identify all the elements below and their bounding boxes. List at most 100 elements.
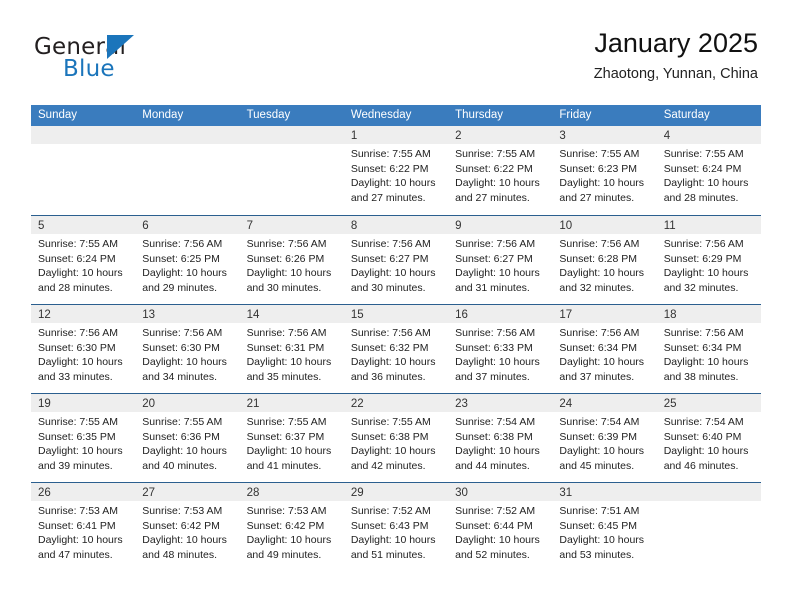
day-cell-19[interactable]: 19 Sunrise: 7:55 AM Sunset: 6:35 PM Dayligh…: [31, 394, 136, 482]
day-cell-7[interactable]: 7 Sunrise: 7:56 AM Sunset: 6:26 PM Daylight…: [239, 216, 344, 304]
day-number-band: [135, 126, 240, 144]
day-cell-12[interactable]: 12 Sunrise: 7:56 AM Sunset: 6:30 PM Dayligh…: [31, 305, 136, 393]
day-detail-block: Sunrise: 7:52 AM Sunset: 6:43 PM Daylight:…: [344, 501, 448, 562]
weekday-header-thursday: Thursday: [455, 109, 504, 121]
day-number-band: 26: [31, 483, 136, 501]
page-title: January 2025: [594, 28, 758, 58]
day-cell-28[interactable]: 28 Sunrise: 7:53 AM Sunset: 6:42 PM Dayligh…: [239, 483, 344, 571]
day-detail-line: and 37 minutes.: [559, 370, 635, 383]
day-detail-line: Daylight: 10 hours: [246, 534, 332, 547]
day-detail-line: Daylight: 10 hours: [350, 356, 436, 369]
day-detail-line: and 28 minutes.: [38, 281, 113, 294]
day-cell-25[interactable]: 25 Sunrise: 7:54 AM Sunset: 6:40 PM Dayligh…: [656, 394, 761, 482]
day-number: 30: [455, 487, 468, 499]
day-number-band: 27: [135, 483, 240, 501]
day-number: 3: [559, 130, 566, 142]
day-cell-10[interactable]: 10 Sunrise: 7:56 AM Sunset: 6:28 PM Dayligh…: [552, 216, 657, 304]
day-cell-13[interactable]: 13 Sunrise: 7:56 AM Sunset: 6:30 PM Dayligh…: [135, 305, 240, 393]
day-cell-9[interactable]: 9 Sunrise: 7:56 AM Sunset: 6:27 PM Daylight…: [448, 216, 553, 304]
day-detail-line: Sunset: 6:39 PM: [559, 430, 638, 443]
day-detail-line: Sunrise: 7:54 AM: [663, 416, 744, 428]
day-cell-5[interactable]: 5 Sunrise: 7:55 AM Sunset: 6:24 PM Daylight…: [31, 216, 136, 304]
day-detail-line: Sunrise: 7:51 AM: [559, 505, 640, 517]
weekday-header-row: Sunday Monday Tuesday Wednesday Thursday Frid…: [31, 105, 761, 126]
day-detail-line: Daylight: 10 hours: [38, 356, 123, 369]
day-cell-empty: [239, 126, 344, 215]
day-detail-line: Sunrise: 7:56 AM: [455, 238, 536, 250]
day-number: 13: [142, 309, 156, 321]
day-detail-line: Sunrise: 7:56 AM: [350, 238, 431, 250]
day-detail-line: and 29 minutes.: [142, 281, 217, 294]
day-cell-empty: [31, 126, 136, 215]
day-cell-16[interactable]: 16 Sunrise: 7:56 AM Sunset: 6:33 PM Dayligh…: [448, 305, 553, 393]
day-cell-14[interactable]: 14 Sunrise: 7:56 AM Sunset: 6:31 PM Dayligh…: [239, 305, 344, 393]
day-cell-24[interactable]: 24 Sunrise: 7:54 AM Sunset: 6:39 PM Dayligh…: [552, 394, 657, 482]
day-detail-block: Sunrise: 7:55 AM Sunset: 6:22 PM Daylight:…: [344, 144, 448, 205]
day-detail-block: Sunrise: 7:56 AM Sunset: 6:30 PM Daylight:…: [135, 323, 239, 384]
day-cell-6[interactable]: 6 Sunrise: 7:56 AM Sunset: 6:25 PM Daylight…: [135, 216, 240, 304]
day-detail-line: Sunset: 6:40 PM: [663, 430, 742, 443]
day-cell-empty: [656, 483, 761, 571]
calendar-grid: Sunday Monday Tuesday Wednesday Thursday Frid…: [31, 105, 761, 571]
day-cell-23[interactable]: 23 Sunrise: 7:54 AM Sunset: 6:38 PM Dayligh…: [448, 394, 553, 482]
day-cell-20[interactable]: 20 Sunrise: 7:55 AM Sunset: 6:36 PM Dayligh…: [135, 394, 240, 482]
day-detail-line: Daylight: 10 hours: [246, 356, 332, 369]
day-cell-4[interactable]: 4 Sunrise: 7:55 AM Sunset: 6:24 PM Daylight…: [656, 126, 761, 215]
day-cell-26[interactable]: 26 Sunrise: 7:53 AM Sunset: 6:41 PM Dayligh…: [31, 483, 136, 571]
general-blue-logo[interactable]: General Blue: [34, 34, 254, 90]
weekday-header-wednesday: Wednesday: [350, 109, 412, 121]
day-number: 27: [142, 487, 156, 499]
day-number-band: 8: [343, 216, 449, 234]
day-detail-line: and 35 minutes.: [246, 370, 322, 383]
day-detail-line: Sunset: 6:41 PM: [38, 519, 116, 532]
day-cell-30[interactable]: 30 Sunrise: 7:52 AM Sunset: 6:44 PM Dayligh…: [448, 483, 553, 571]
day-detail-line: and 51 minutes.: [350, 548, 426, 561]
day-detail-block: Sunrise: 7:55 AM Sunset: 6:24 PM Daylight:…: [657, 144, 761, 205]
day-cell-21[interactable]: 21 Sunrise: 7:55 AM Sunset: 6:37 PM Dayligh…: [239, 394, 344, 482]
day-detail-line: Sunrise: 7:54 AM: [559, 416, 640, 428]
day-cell-29[interactable]: 29 Sunrise: 7:52 AM Sunset: 6:43 PM Dayligh…: [343, 483, 449, 571]
day-cell-11[interactable]: 11 Sunrise: 7:56 AM Sunset: 6:29 PM Dayligh…: [656, 216, 761, 304]
day-cell-18[interactable]: 18 Sunrise: 7:56 AM Sunset: 6:34 PM Dayligh…: [656, 305, 761, 393]
day-detail-line: Sunrise: 7:56 AM: [663, 327, 744, 339]
day-cell-22[interactable]: 22 Sunrise: 7:55 AM Sunset: 6:38 PM Dayligh…: [343, 394, 449, 482]
day-number-band: 29: [343, 483, 449, 501]
weekday-header-friday: Friday: [559, 109, 592, 121]
day-number: 24: [559, 398, 573, 410]
day-detail-line: and 49 minutes.: [246, 548, 322, 561]
day-cell-2[interactable]: 2 Sunrise: 7:55 AM Sunset: 6:22 PM Daylight…: [448, 126, 553, 215]
day-detail-line: Sunset: 6:29 PM: [663, 252, 742, 265]
day-detail-line: and 33 minutes.: [38, 370, 113, 383]
day-number: 8: [350, 220, 358, 232]
day-detail-block: Sunrise: 7:56 AM Sunset: 6:32 PM Daylight:…: [344, 323, 448, 384]
day-cell-8[interactable]: 8 Sunrise: 7:56 AM Sunset: 6:27 PM Daylight…: [343, 216, 449, 304]
day-detail-line: Sunrise: 7:56 AM: [559, 238, 640, 250]
day-detail-line: and 44 minutes.: [455, 459, 530, 472]
day-detail-line: and 47 minutes.: [38, 548, 113, 561]
day-cell-27[interactable]: 27 Sunrise: 7:53 AM Sunset: 6:42 PM Dayligh…: [135, 483, 240, 571]
day-number: 12: [38, 309, 51, 321]
day-number-band: 22: [343, 394, 449, 412]
day-detail-block: Sunrise: 7:53 AM Sunset: 6:42 PM Daylight:…: [135, 501, 239, 562]
day-detail-block: Sunrise: 7:56 AM Sunset: 6:33 PM Daylight:…: [448, 323, 552, 384]
day-detail-line: Daylight: 10 hours: [246, 445, 332, 458]
day-detail-line: Sunset: 6:35 PM: [38, 430, 116, 443]
day-number: 7: [246, 220, 253, 232]
day-number: 22: [350, 398, 364, 410]
day-cell-31[interactable]: 31 Sunrise: 7:51 AM Sunset: 6:45 PM Dayligh…: [552, 483, 657, 571]
day-cell-3[interactable]: 3 Sunrise: 7:55 AM Sunset: 6:23 PM Daylight…: [552, 126, 657, 215]
day-detail-line: Sunrise: 7:56 AM: [350, 327, 431, 339]
day-detail-block: Sunrise: 7:56 AM Sunset: 6:31 PM Daylight:…: [240, 323, 344, 384]
day-detail-line: Daylight: 10 hours: [350, 267, 436, 280]
day-detail-line: Sunset: 6:28 PM: [559, 252, 638, 265]
day-cell-15[interactable]: 15 Sunrise: 7:56 AM Sunset: 6:32 PM Dayligh…: [343, 305, 449, 393]
day-number-band: 4: [656, 126, 761, 144]
day-detail-line: Daylight: 10 hours: [38, 534, 123, 547]
day-number-band: 11: [656, 216, 761, 234]
day-number-band: 24: [552, 394, 657, 412]
day-cell-1[interactable]: 1 Sunrise: 7:55 AM Sunset: 6:22 PM Daylight…: [343, 126, 449, 215]
day-number-band: 21: [239, 394, 344, 412]
day-cell-17[interactable]: 17 Sunrise: 7:56 AM Sunset: 6:34 PM Dayligh…: [552, 305, 657, 393]
day-detail-line: and 41 minutes.: [246, 459, 322, 472]
logo-word-blue: Blue: [63, 56, 115, 82]
